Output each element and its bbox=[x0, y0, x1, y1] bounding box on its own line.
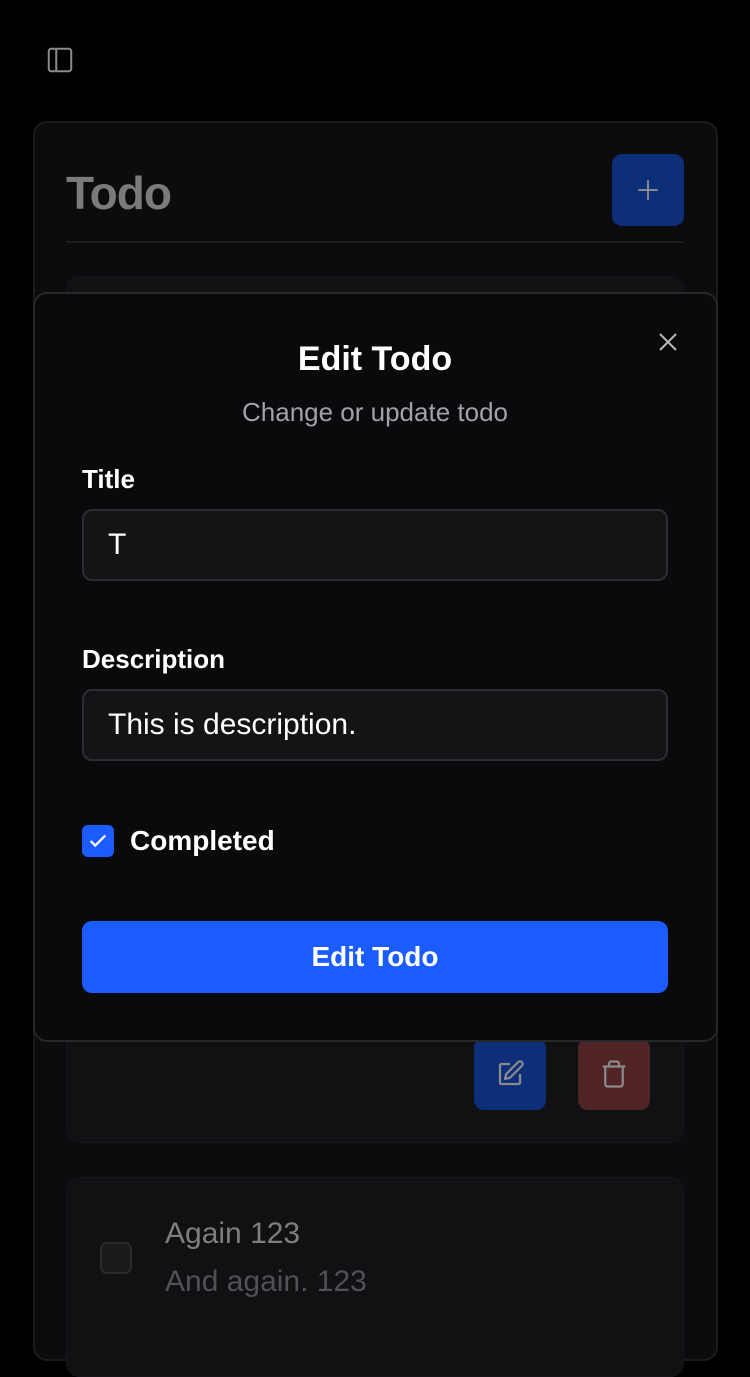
title-input[interactable] bbox=[82, 509, 668, 581]
sidebar-icon bbox=[47, 47, 73, 73]
edit-todo-submit-button[interactable]: Edit Todo bbox=[82, 921, 668, 993]
edit-todo-button[interactable] bbox=[474, 1038, 546, 1110]
edit-icon bbox=[498, 1060, 524, 1086]
todo-checkbox[interactable] bbox=[100, 1242, 132, 1274]
description-label: Description bbox=[82, 644, 226, 674]
trash-icon bbox=[602, 1060, 626, 1088]
header-divider bbox=[66, 241, 684, 243]
page-title: Todo bbox=[66, 167, 172, 219]
dialog-subtitle: Change or update todo bbox=[242, 397, 508, 427]
completed-checkbox[interactable] bbox=[82, 825, 114, 857]
title-label: Title bbox=[82, 464, 135, 494]
todo-description: And again. 123 bbox=[165, 1265, 367, 1298]
add-todo-button[interactable] bbox=[612, 154, 684, 226]
check-icon bbox=[89, 834, 107, 848]
plus-icon bbox=[638, 180, 658, 200]
description-input[interactable] bbox=[82, 689, 668, 761]
sidebar-toggle-button[interactable] bbox=[44, 44, 76, 76]
delete-todo-button[interactable] bbox=[578, 1038, 650, 1110]
todo-title: Again 123 bbox=[165, 1217, 301, 1250]
todo-item bbox=[66, 1177, 684, 1377]
dialog-title: Edit Todo bbox=[297, 340, 453, 378]
completed-label[interactable]: Completed bbox=[130, 825, 275, 857]
